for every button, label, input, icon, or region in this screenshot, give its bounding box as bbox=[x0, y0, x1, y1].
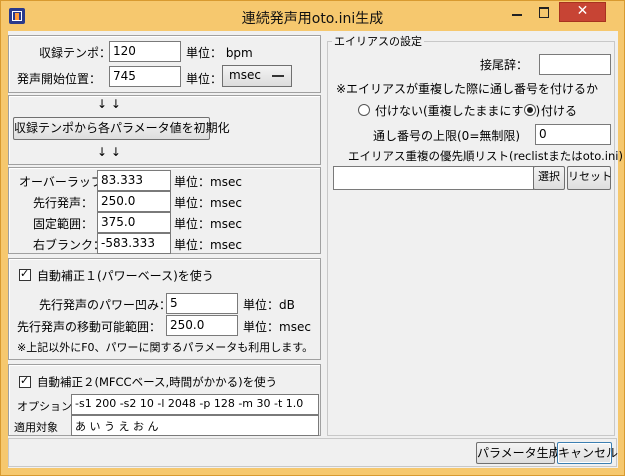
init-panel: ↓ ↓ 収録テンポから各パラメータ値を初期化 ↓ ↓ bbox=[8, 95, 321, 165]
down-arrows-bottom: ↓ ↓ bbox=[97, 145, 121, 159]
overlap-unit: 単位：msec bbox=[174, 175, 242, 189]
params-panel: オーバーラップ： 83.333 単位：msec 先行発声： 250.0 単位：m… bbox=[8, 167, 321, 254]
footer-panel: パラメータ生成 キャンセル bbox=[8, 438, 618, 467]
overlap-input[interactable]: 83.333 bbox=[97, 170, 171, 191]
dip-label: 先行発声のパワー凹み： bbox=[39, 298, 172, 312]
range-label: 先行発声の移動可能範囲： bbox=[17, 320, 162, 334]
option-input[interactable]: -s1 200 -s2 10 -l 2048 -p 128 -m 30 -t 1… bbox=[71, 394, 319, 415]
minimize-button[interactable] bbox=[504, 2, 530, 22]
auto1-checkbox-label: 自動補正１(パワーベース)を使う bbox=[37, 269, 214, 283]
dup-note: ※エイリアスが重複した際に通し番号を付けるか bbox=[336, 82, 599, 96]
option-label: オプション bbox=[17, 400, 72, 413]
target-input[interactable]: あ い う え お ん bbox=[71, 415, 319, 436]
max-number-input[interactable]: 0 bbox=[535, 124, 611, 145]
close-button[interactable]: ✕ bbox=[559, 2, 606, 22]
max-number-label: 通し番号の上限(0=無制限) bbox=[373, 129, 521, 143]
select-file-button[interactable]: 選択 bbox=[533, 166, 565, 190]
auto1-panel: 自動補正１(パワーベース)を使う 先行発声のパワー凹み： 5 単位：dB 先行発… bbox=[8, 258, 321, 360]
tempo-unit: 単位： bpm bbox=[186, 46, 253, 60]
title-bar: 連続発声用oto.ini生成 ✕ bbox=[1, 1, 624, 31]
tempo-input[interactable]: 120 bbox=[109, 41, 181, 62]
dropdown-icon bbox=[272, 75, 284, 77]
preutter-unit: 単位：msec bbox=[174, 196, 242, 210]
maximize-button[interactable] bbox=[531, 2, 557, 22]
recording-panel: 収録テンポ： 120 単位： bpm 発声開始位置： 745 単位： msec bbox=[8, 35, 321, 93]
target-label: 適用対象 bbox=[14, 421, 58, 434]
main-window: 連続発声用oto.ini生成 ✕ 収録テンポ： 120 単位： bpm 発声開始… bbox=[0, 0, 625, 476]
range-input[interactable]: 250.0 bbox=[166, 315, 238, 336]
alias-legend: エイリアスの設定 bbox=[332, 33, 424, 49]
auto2-checkbox[interactable] bbox=[19, 374, 31, 388]
priority-list-label: エイリアス重複の優先順リスト(reclistまたはoto.ini)： bbox=[348, 149, 625, 163]
down-arrows-top: ↓ ↓ bbox=[97, 97, 121, 111]
start-label: 発声開始位置： bbox=[17, 72, 102, 86]
start-unit-label: 単位： bbox=[186, 72, 223, 86]
radio-add-number[interactable] bbox=[524, 104, 536, 116]
auto2-panel: 自動補正２(MFCCベース,時間がかかる)を使う オプション -s1 200 -… bbox=[8, 364, 321, 436]
auto1-note: ※上記以外にF0、パワーに関するパラメータも利用します。 bbox=[17, 341, 314, 354]
generate-button[interactable]: パラメータ生成 bbox=[476, 442, 561, 464]
priority-list-input[interactable] bbox=[333, 166, 534, 190]
suffix-label: 接尾辞： bbox=[480, 58, 529, 72]
fixed-input[interactable]: 375.0 bbox=[97, 212, 171, 233]
reset-button[interactable]: リセット bbox=[567, 166, 612, 190]
init-params-button[interactable]: 収録テンポから各パラメータ値を初期化 bbox=[13, 117, 230, 140]
auto2-checkbox-label: 自動補正２(MFCCベース,時間がかかる)を使う bbox=[37, 375, 278, 389]
radio-no-number-label: 付けない(重複したままにする) bbox=[375, 104, 541, 118]
start-input[interactable]: 745 bbox=[109, 66, 181, 87]
preutter-input[interactable]: 250.0 bbox=[97, 191, 171, 212]
blank-input[interactable]: -583.333 bbox=[97, 233, 171, 254]
radio-add-number-label: 付ける bbox=[541, 104, 578, 118]
cancel-button[interactable]: キャンセル bbox=[557, 442, 618, 464]
range-unit: 単位：msec bbox=[243, 320, 311, 334]
dip-input[interactable]: 5 bbox=[166, 293, 238, 314]
tempo-label: 収録テンポ： bbox=[39, 46, 112, 60]
auto1-checkbox[interactable] bbox=[19, 267, 31, 281]
client-area: 収録テンポ： 120 単位： bpm 発声開始位置： 745 単位： msec … bbox=[8, 31, 625, 468]
radio-no-number[interactable] bbox=[358, 104, 370, 116]
alias-group: エイリアスの設定 接尾辞： ※エイリアスが重複した際に通し番号を付けるか 付けな… bbox=[327, 33, 625, 436]
fixed-label: 固定範囲： bbox=[33, 217, 94, 231]
blank-label: 右ブランク： bbox=[33, 238, 106, 252]
unit-select[interactable]: msec bbox=[222, 65, 292, 87]
fixed-unit: 単位：msec bbox=[174, 217, 242, 231]
blank-unit: 単位：msec bbox=[174, 238, 242, 252]
unit-select-value: msec bbox=[229, 68, 261, 82]
suffix-input[interactable] bbox=[539, 54, 611, 75]
preutter-label: 先行発声： bbox=[33, 196, 94, 210]
dip-unit: 単位：dB bbox=[243, 298, 295, 312]
